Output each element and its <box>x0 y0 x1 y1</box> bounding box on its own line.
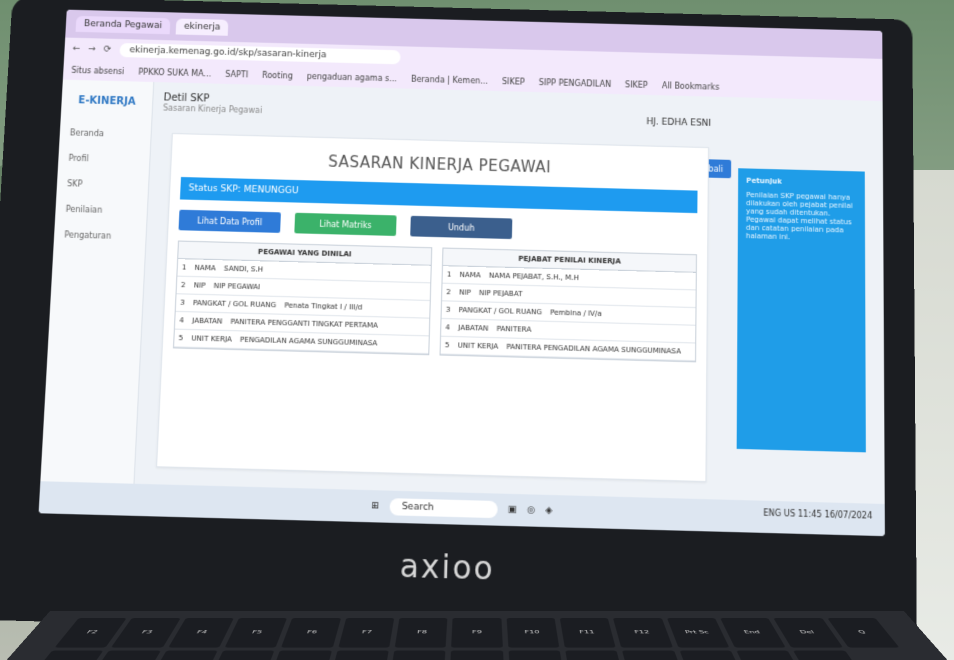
row-value: PANITERA <box>496 324 532 334</box>
unduh-button[interactable]: Unduh <box>410 215 513 240</box>
row-no: 3 <box>180 298 185 307</box>
bookmark-1[interactable]: Situs absensi <box>71 65 124 75</box>
row-no: 5 <box>178 333 184 343</box>
lihat-profil-button[interactable]: Lihat Data Profil <box>178 209 281 233</box>
system-tray: ENG US 11:45 16/07/2024 <box>763 508 872 521</box>
row-label: NIP <box>458 288 471 297</box>
taskbar-app-icon[interactable]: ◈ <box>545 506 552 517</box>
row-value: Pembina / IV/a <box>550 308 602 319</box>
app-shell: E-KINERJA Beranda Profil SKP Penilaian P… <box>40 79 885 504</box>
help-title: Petunjuk <box>746 176 782 186</box>
row-value: PANITERA PENGADILAN AGAMA SUNGGUMINASA <box>506 342 682 356</box>
left-table: PEGAWAI YANG DINILAI 1 NAMA SANDI, S.H 2… <box>172 240 433 356</box>
reload-icon[interactable]: ⟳ <box>104 45 112 55</box>
keyboard-key: F10 <box>506 618 560 648</box>
row-value: SANDI, S.H <box>223 264 264 274</box>
bookmark-6[interactable]: Beranda | Kemen... <box>411 74 488 85</box>
bookmark-7[interactable]: SIKEP <box>502 77 525 87</box>
row-no: 3 <box>445 305 451 315</box>
bookmark-9[interactable]: SIKEP <box>625 80 648 90</box>
keyboard: F2F3F4F5F6F7F8F9F10F11F12Prt ScEndDelQWE… <box>0 611 954 660</box>
sidebar-item-3[interactable]: SKP <box>56 171 148 199</box>
help-panel: Petunjuk Penilaian SKP pegawai hanya dil… <box>736 168 866 453</box>
row-label: NAMA <box>459 270 481 280</box>
row-label: UNIT KERJA <box>457 341 499 351</box>
keyboard-key: F7 <box>338 618 395 648</box>
bookmark-2[interactable]: PPKKO SUKA MA... <box>138 67 211 78</box>
keyboard-key: I <box>388 650 446 660</box>
row-no: 5 <box>444 341 450 350</box>
all-bookmarks[interactable]: All Bookmarks <box>662 81 720 92</box>
keyboard-key: P <box>508 650 566 660</box>
row-no: 1 <box>446 270 452 279</box>
user-name[interactable]: HJ. EDHA ESNI <box>646 117 711 129</box>
keyboard-key: F12 <box>613 618 673 648</box>
keyboard-key: F11 <box>559 618 616 648</box>
row-no: 4 <box>445 323 451 332</box>
row-no: 2 <box>180 280 186 290</box>
app-logo: E-KINERJA <box>78 94 136 108</box>
row-label: NAMA <box>194 263 216 273</box>
keyboard-key: Prt Sc <box>666 618 730 648</box>
keyboard-key: F8 <box>394 618 448 648</box>
taskbar-app-icon[interactable]: ▣ <box>507 505 516 516</box>
back-icon[interactable]: ← <box>72 44 80 54</box>
windows-start-icon[interactable]: ⊞ <box>371 501 379 512</box>
keyboard-key: Y <box>267 650 332 660</box>
lang-indicator[interactable]: ENG US <box>763 508 795 519</box>
sidebar-item-4[interactable]: Penilaian <box>55 196 148 224</box>
row-label: UNIT KERJA <box>191 334 233 344</box>
sidebar-item-2[interactable]: Profil <box>58 145 150 173</box>
skp-card: SASARAN KINERJA PEGAWAI Status SKP: MENU… <box>156 133 710 483</box>
sidebar-item-5[interactable]: Pengaturan <box>53 222 146 250</box>
date: 16/07/2024 <box>824 509 873 521</box>
row-label: PANGKAT / GOL RUANG <box>192 298 277 310</box>
row-no: 2 <box>446 287 452 297</box>
right-table: PEJABAT PENILAI KINERJA 1 NAMA NAMA PEJA… <box>439 247 697 363</box>
help-text: Penilaian SKP pegawai hanya dilakukan ol… <box>745 190 853 242</box>
row-no: 4 <box>179 316 185 325</box>
sidebar-item-1[interactable]: Beranda <box>59 120 151 148</box>
row-label: NIP <box>193 281 206 290</box>
card-title: SASARAN KINERJA PEGAWAI <box>327 152 552 177</box>
bookmark-4[interactable]: Rooting <box>262 70 293 80</box>
row-label: JABATAN <box>458 323 489 333</box>
row-value: PENGADILAN AGAMA SUNGGUMINASA <box>239 335 378 348</box>
taskbar-app-icon[interactable]: ◎ <box>527 505 535 516</box>
keyboard-keys: F2F3F4F5F6F7F8F9F10F11F12Prt ScEndDelQWE… <box>24 618 930 660</box>
bookmark-8[interactable]: SIPP PENGADILAN <box>539 78 611 89</box>
keyboard-key: S <box>622 650 687 660</box>
row-value: NAMA PEJABAT, S.H., M.H <box>488 271 580 283</box>
laptop-bezel: Beranda Pegawai ekinerja ← → ⟳ ekinerja.… <box>0 0 917 646</box>
laptop-brand-logo: axioo <box>399 547 496 589</box>
browser-tab-2[interactable]: ekinerja <box>175 18 229 36</box>
main-content: Detil SKP Sasaran Kinerja Pegawai HJ. ED… <box>135 82 885 504</box>
photo-scene: Beranda Pegawai ekinerja ← → ⟳ ekinerja.… <box>0 0 954 660</box>
keyboard-key: U <box>328 650 389 660</box>
row-no: 1 <box>181 263 187 272</box>
row-label: PANGKAT / GOL RUANG <box>458 305 543 317</box>
keyboard-key: F4 <box>167 618 234 648</box>
keyboard-key: A <box>565 650 626 660</box>
row-value: Penata Tingkat I / III/d <box>284 301 363 312</box>
keyboard-key: F5 <box>224 618 288 648</box>
keyboard-key: T <box>206 650 275 660</box>
forward-icon[interactable]: → <box>88 44 96 54</box>
time: 11:45 <box>797 509 822 520</box>
bookmark-5[interactable]: pengaduan agama s... <box>307 71 397 82</box>
keyboard-key: W <box>24 650 104 660</box>
laptop-screen: Beranda Pegawai ekinerja ← → ⟳ ekinerja.… <box>38 9 885 537</box>
row-label: JABATAN <box>191 316 223 326</box>
browser-tab-1[interactable]: Beranda Pegawai <box>75 15 171 35</box>
keyboard-key: G <box>793 650 869 660</box>
keyboard-key: O <box>449 650 505 660</box>
lihat-matriks-button[interactable]: Lihat Matriks <box>294 212 397 236</box>
row-value: NIP PEJABAT <box>478 288 523 299</box>
tables-row: PEGAWAI YANG DINILAI 1 NAMA SANDI, S.H 2… <box>163 240 707 363</box>
keyboard-key: F6 <box>281 618 341 648</box>
taskbar-search[interactable]: Search <box>389 498 498 519</box>
row-value: NIP PEGAWAI <box>213 281 261 292</box>
keyboard-key: F9 <box>451 618 503 648</box>
bookmark-3[interactable]: SAPTI <box>225 69 248 79</box>
